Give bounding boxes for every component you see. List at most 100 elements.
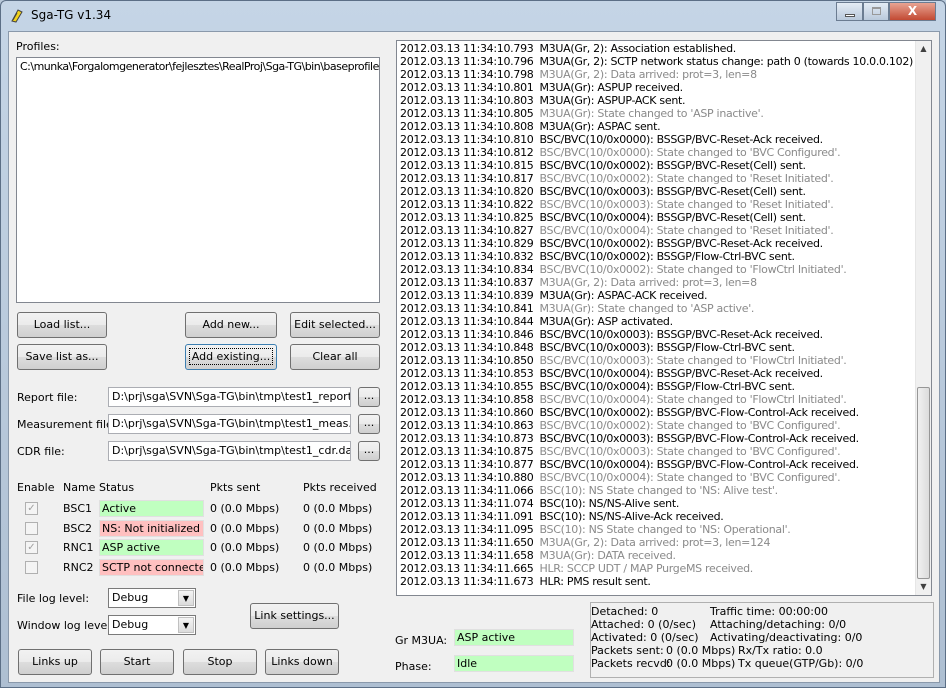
log-timestamp: 2012.03.13 11:34:10.844 xyxy=(400,315,534,328)
scroll-thumb[interactable] xyxy=(917,387,930,579)
clear-all-button[interactable]: Clear all xyxy=(290,344,380,370)
log-scrollbar[interactable]: ▲ ▼ xyxy=(915,41,931,595)
log-timestamp: 2012.03.13 11:34:10.853 xyxy=(400,367,534,380)
log-message: M3UA(Gr, 2): Association established. xyxy=(539,42,736,55)
link-name: BSC2 xyxy=(63,521,93,535)
app-icon xyxy=(11,9,23,23)
log-entry: 2012.03.13 11:34:10.850 BSC/BVC(10/0x0003… xyxy=(397,354,931,367)
log-entry: 2012.03.13 11:34:10.841 M3UA(Gr): State c… xyxy=(397,302,931,315)
window-title: Sga-TG v1.34 xyxy=(31,8,112,22)
log-timestamp: 2012.03.13 11:34:11.074 xyxy=(400,497,534,510)
window-log-level-value: Debug xyxy=(112,618,149,631)
window-log-level-select[interactable]: Debug ▼ xyxy=(108,615,196,635)
app-window: Sga-TG v1.34 X Profiles: C:\munka\Forgal… xyxy=(0,0,946,688)
close-button[interactable]: X xyxy=(889,2,936,21)
cdr-file-label: CDR file: xyxy=(17,445,65,458)
client-area: Profiles: C:\munka\Forgalomgenerator\fej… xyxy=(8,31,940,683)
measurement-file-input[interactable]: D:\prj\sga\SVN\Sga-TG\bin\tmp\test1_meas… xyxy=(108,414,351,434)
log-message: M3UA(Gr, 2): SCTP network status change:… xyxy=(539,55,932,68)
log-message: BSC/BVC(10/0x0002): State changed to 'Re… xyxy=(539,172,834,185)
enable-header: Enable xyxy=(17,481,55,494)
file-log-level-select[interactable]: Debug ▼ xyxy=(108,588,196,608)
log-timestamp: 2012.03.13 11:34:10.875 xyxy=(400,445,534,458)
log-message: M3UA(Gr): ASPAC sent. xyxy=(539,120,661,133)
links-down-button[interactable]: Links down xyxy=(265,649,339,675)
window-log-level-label: Window log level: xyxy=(17,619,114,632)
log-timestamp: 2012.03.13 11:34:10.834 xyxy=(400,263,534,276)
log-timestamp: 2012.03.13 11:34:11.095 xyxy=(400,523,534,536)
link-enable-checkbox[interactable]: ✓ xyxy=(25,541,38,554)
log-timestamp: 2012.03.13 11:34:10.873 xyxy=(400,432,534,445)
log-entry: 2012.03.13 11:34:11.066 BSC(10): NS State… xyxy=(397,484,931,497)
log-entry: 2012.03.13 11:34:10.805 M3UA(Gr): State c… xyxy=(397,107,931,120)
log-message: BSC/BVC(10/0x0003): BSSGP/BVC-Flow-Contr… xyxy=(539,432,859,445)
log-message: BSC/BVC(10/0x0004): BSSGP/Flow-Ctrl-BVC … xyxy=(539,380,795,393)
log-timestamp: 2012.03.13 11:34:11.091 xyxy=(400,510,534,523)
start-button[interactable]: Start xyxy=(100,649,174,675)
log-timestamp: 2012.03.13 11:34:11.673 xyxy=(400,575,534,588)
log-timestamp: 2012.03.13 11:34:10.812 xyxy=(400,146,534,159)
save-list-as-button[interactable]: Save list as... xyxy=(17,344,107,370)
log-entry: 2012.03.13 11:34:10.798 M3UA(Gr, 2): Data… xyxy=(397,68,931,81)
log-timestamp: 2012.03.13 11:34:10.796 xyxy=(400,55,534,68)
cdr-file-browse-button[interactable]: ... xyxy=(358,441,380,461)
log-entry: 2012.03.13 11:34:10.817 BSC/BVC(10/0x0002… xyxy=(397,172,931,185)
log-entry: 2012.03.13 11:34:10.796 M3UA(Gr, 2): SCTP… xyxy=(397,55,931,68)
log-message: BSC(10): NS State changed to 'NS: Alive … xyxy=(539,484,778,497)
log-timestamp: 2012.03.13 11:34:10.860 xyxy=(400,406,534,419)
link-enable-checkbox[interactable]: ✓ xyxy=(25,502,38,515)
log-timestamp: 2012.03.13 11:34:10.839 xyxy=(400,289,534,302)
log-message: BSC/BVC(10/0x0003): BSSGP/BVC-Reset(Cell… xyxy=(539,185,806,198)
links-up-button[interactable]: Links up xyxy=(18,649,92,675)
gr-m3ua-status: ASP active xyxy=(454,629,574,646)
report-file-browse-button[interactable]: ... xyxy=(358,387,380,407)
link-pkts-received: 0 (0.0 Mbps) xyxy=(303,521,373,535)
measurement-file-browse-button[interactable]: ... xyxy=(358,414,380,434)
link-status: SCTP not connected xyxy=(99,558,204,576)
log-timestamp: 2012.03.13 11:34:10.829 xyxy=(400,237,534,250)
link-status: ASP active xyxy=(99,539,204,556)
log-window[interactable]: 2012.03.13 11:34:10.793 M3UA(Gr, 2): Asso… xyxy=(396,40,932,596)
log-entry: 2012.03.13 11:34:11.673 HLR: PMS result s… xyxy=(397,575,931,588)
link-enable-checkbox[interactable] xyxy=(25,521,38,535)
edit-selected-button[interactable]: Edit selected... xyxy=(290,312,380,338)
log-timestamp: 2012.03.13 11:34:10.877 xyxy=(400,458,534,471)
add-existing-button[interactable]: Add existing... xyxy=(185,344,277,370)
cdr-file-input[interactable]: D:\prj\sga\SVN\Sga-TG\bin\tmp\test1_cdr.… xyxy=(108,441,351,461)
maximize-button[interactable] xyxy=(863,2,889,21)
log-timestamp: 2012.03.13 11:34:10.837 xyxy=(400,276,534,289)
add-new-button[interactable]: Add new... xyxy=(185,312,277,338)
log-timestamp: 2012.03.13 11:34:10.805 xyxy=(400,107,534,120)
log-entry: 2012.03.13 11:34:10.860 BSC/BVC(10/0x0002… xyxy=(397,406,931,419)
packets-recvd-label: Packets recvd: xyxy=(591,657,671,670)
minimize-button[interactable] xyxy=(836,2,863,21)
scroll-up-icon[interactable]: ▲ xyxy=(916,41,931,57)
log-message: BSC/BVC(10/0x0003): State changed to 'BV… xyxy=(539,445,841,458)
log-timestamp: 2012.03.13 11:34:10.808 xyxy=(400,120,534,133)
log-timestamp: 2012.03.13 11:34:10.803 xyxy=(400,94,534,107)
log-timestamp: 2012.03.13 11:34:10.858 xyxy=(400,393,534,406)
load-list-button[interactable]: Load list... xyxy=(17,312,107,338)
log-message: BSC/BVC(10/0x0004): BSSGP/BVC-Reset(Cell… xyxy=(539,211,806,224)
log-message: BSC/BVC(10/0x0003): BSSGP/Flow-Ctrl-BVC … xyxy=(539,341,795,354)
log-message: M3UA(Gr): ASP activated. xyxy=(539,315,673,328)
log-message: M3UA(Gr): DATA received. xyxy=(539,549,676,562)
log-message: M3UA(Gr): ASPAC-ACK received. xyxy=(539,289,708,302)
log-message: M3UA(Gr, 2): Data arrived: prot=3, len=8 xyxy=(539,276,757,289)
report-file-label: Report file: xyxy=(17,391,78,404)
name-header: Name xyxy=(63,481,96,494)
attaching-stat: Attaching/detaching: 0/0 xyxy=(710,618,847,631)
report-file-input[interactable]: D:\prj\sga\SVN\Sga-TG\bin\tmp\test1_repo… xyxy=(108,387,351,407)
profile-item[interactable]: C:\munka\Forgalomgenerator\fejlesztes\Re… xyxy=(17,58,379,73)
log-entry: 2012.03.13 11:34:10.839 M3UA(Gr): ASPAC-A… xyxy=(397,289,931,302)
log-entry: 2012.03.13 11:34:10.855 BSC/BVC(10/0x0004… xyxy=(397,380,931,393)
log-entry: 2012.03.13 11:34:11.658 M3UA(Gr): DATA re… xyxy=(397,549,931,562)
log-timestamp: 2012.03.13 11:34:10.832 xyxy=(400,250,534,263)
title-bar[interactable]: Sga-TG v1.34 X xyxy=(1,1,946,31)
link-settings-button[interactable]: Link settings... xyxy=(250,603,339,629)
link-enable-checkbox[interactable] xyxy=(25,560,38,574)
profiles-list[interactable]: C:\munka\Forgalomgenerator\fejlesztes\Re… xyxy=(16,57,380,303)
stop-button[interactable]: Stop xyxy=(183,649,257,675)
log-timestamp: 2012.03.13 11:34:11.665 xyxy=(400,562,534,575)
scroll-down-icon[interactable]: ▼ xyxy=(916,579,931,595)
